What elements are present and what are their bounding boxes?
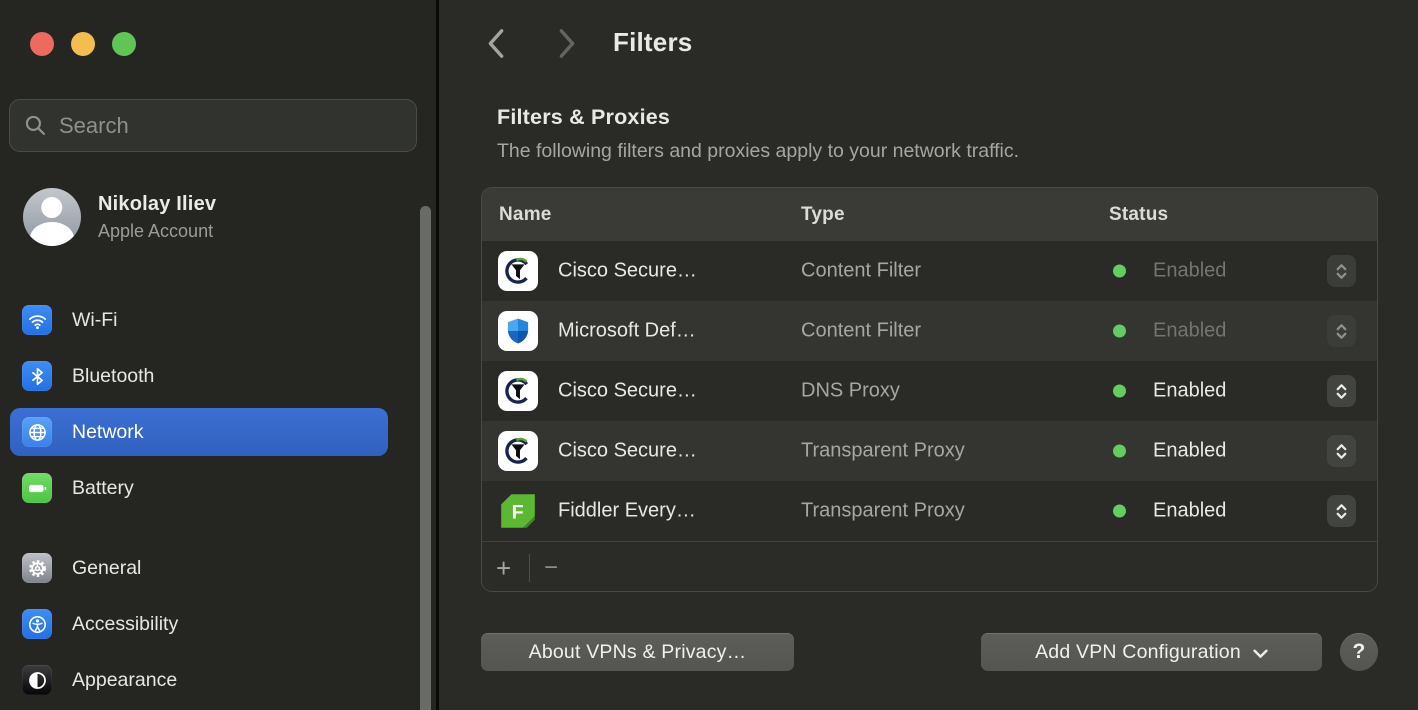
sidebar-item-network[interactable]: Network [10,408,388,456]
system-settings-window: Nikolay Iliev Apple Account Wi-Fi Bluetoo… [0,0,1418,710]
filter-name: Fiddler Every… [558,500,696,523]
sidebar: Nikolay Iliev Apple Account Wi-Fi Bluetoo… [0,0,436,710]
sidebar-group: General Accessibility Appearance [10,544,388,704]
status-dot [1113,385,1126,398]
cisco-secure-icon [498,431,538,471]
appearance-icon [22,665,52,695]
status-dot [1113,325,1126,338]
filter-type: Transparent Proxy [801,500,965,523]
sidebar-nav: Wi-Fi Bluetooth Network Battery General Acces… [10,296,388,710]
sidebar-item-label: Wi-Fi [72,309,117,332]
close-button[interactable] [30,32,54,56]
fiddler-icon: F [498,491,538,531]
profile-subtitle: Apple Account [98,221,216,242]
column-header-name: Name [499,204,552,226]
sidebar-item-battery[interactable]: Battery [10,464,388,512]
section-subtitle: The following filters and proxies apply … [497,140,1019,163]
add-filter-button[interactable]: + [496,555,511,581]
table-row[interactable]: Cisco Secure… Transparent Proxy Enabled [482,421,1377,481]
sidebar-item-accessibility[interactable]: Accessibility [10,600,388,648]
sidebar-item-label: Accessibility [72,613,178,636]
status-label: Enabled [1153,500,1226,523]
search-icon [24,114,47,137]
cisco-secure-icon [498,251,538,291]
add-vpn-configuration-button[interactable]: Add VPN Configuration [981,633,1322,671]
sidebar-item-wifi[interactable]: Wi-Fi [10,296,388,344]
page-title: Filters [613,27,692,58]
sidebar-item-label: Appearance [72,669,177,692]
sidebar-item-label: Network [72,421,144,444]
filter-name: Cisco Secure… [558,260,697,283]
filter-type: Transparent Proxy [801,440,965,463]
section-title: Filters & Proxies [497,105,670,130]
status-stepper[interactable] [1327,315,1356,347]
table-row[interactable]: Microsoft Def… Content Filter Enabled [482,301,1377,361]
help-button[interactable]: ? [1340,633,1378,671]
filters-table: Name Type Status Cisco Secure… Content Fi… [481,187,1378,592]
filter-type: Content Filter [801,320,921,343]
sidebar-item-general[interactable]: General [10,544,388,592]
status-stepper[interactable] [1327,435,1356,467]
back-button[interactable] [485,28,507,59]
status-stepper[interactable] [1327,255,1356,287]
battery-icon [22,473,52,503]
bluetooth-icon [22,361,52,391]
column-header-type: Type [801,204,845,226]
profile[interactable]: Nikolay Iliev Apple Account [23,188,216,246]
table-footer: + − [482,541,1377,592]
profile-name: Nikolay Iliev [98,193,216,216]
sidebar-item-bluetooth[interactable]: Bluetooth [10,352,388,400]
cisco-secure-icon [498,371,538,411]
main-pane: Filters Filters & Proxies The following … [439,0,1418,710]
network-icon [22,417,52,447]
sidebar-item-label: Bluetooth [72,365,154,388]
filter-type: DNS Proxy [801,380,900,403]
table-row[interactable]: Cisco Secure… Content Filter Enabled [482,241,1377,301]
sidebar-item-label: General [72,557,141,580]
status-label: Enabled [1153,260,1226,283]
chevron-down-icon [1253,649,1268,659]
about-vpns-privacy-button[interactable]: About VPNs & Privacy… [481,633,794,671]
sidebar-item-label: Battery [72,477,134,500]
status-label: Enabled [1153,380,1226,403]
status-dot [1113,265,1126,278]
sidebar-scrollbar[interactable] [420,206,431,710]
search-field[interactable] [9,99,417,152]
status-dot [1113,445,1126,458]
filter-name: Microsoft Def… [558,320,696,343]
add-vpn-label: Add VPN Configuration [1035,641,1241,664]
table-row[interactable]: F Fiddler Every… Transparent Proxy Enabled [482,481,1377,541]
filter-type: Content Filter [801,260,921,283]
svg-text:F: F [512,501,524,523]
status-stepper[interactable] [1327,495,1356,527]
table-header: Name Type Status [482,188,1377,241]
minimize-button[interactable] [71,32,95,56]
filter-name: Cisco Secure… [558,440,697,463]
accessibility-icon [22,609,52,639]
general-icon [22,553,52,583]
status-stepper[interactable] [1327,375,1356,407]
status-label: Enabled [1153,440,1226,463]
sidebar-group: Wi-Fi Bluetooth Network Battery [10,296,388,512]
wifi-icon [22,305,52,335]
microsoft-defender-icon [498,311,538,351]
status-dot [1113,505,1126,518]
sidebar-item-appearance[interactable]: Appearance [10,656,388,704]
zoom-button[interactable] [112,32,136,56]
status-label: Enabled [1153,320,1226,343]
search-input[interactable] [59,113,402,139]
table-row[interactable]: Cisco Secure… DNS Proxy Enabled [482,361,1377,421]
column-header-status: Status [1109,204,1168,226]
footer-divider [529,554,530,582]
forward-button[interactable] [556,28,578,59]
remove-filter-button[interactable]: − [544,556,558,580]
avatar [23,188,81,246]
window-controls [30,32,136,56]
filter-name: Cisco Secure… [558,380,697,403]
